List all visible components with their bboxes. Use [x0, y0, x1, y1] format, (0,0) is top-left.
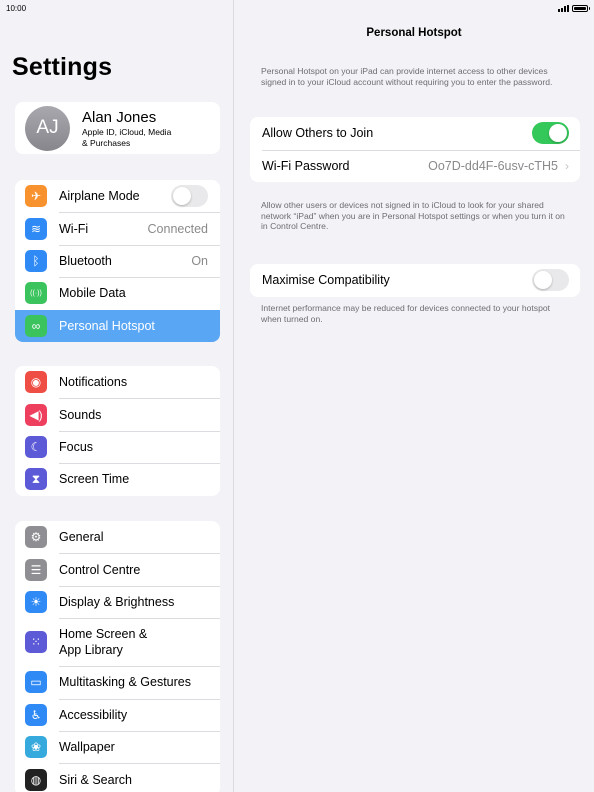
page-title: Personal Hotspot	[366, 27, 462, 39]
sidebar-item-wi-fi[interactable]: ≋ Wi-Fi Connected	[15, 212, 220, 244]
sidebar-item-label: Multitasking & Gestures	[59, 675, 191, 690]
siri-icon: ◍	[25, 768, 47, 791]
sidebar-item-bluetooth[interactable]: ᛒ Bluetooth On	[15, 244, 220, 277]
profile-name: Alan Jones	[82, 108, 157, 126]
settings-group-connectivity: ✈ Airplane Mode ≋ Wi-Fi Connected ᛒ Bluetooth O…	[15, 180, 220, 342]
gear-icon: ⚙	[25, 526, 47, 549]
detail-pane: Personal Hotspot Personal Hotspot on you…	[234, 0, 594, 792]
sidebar-item-label: Focus	[59, 439, 94, 454]
maximise-compatibility-toggle[interactable]	[532, 269, 569, 292]
hotspot-icon: ∞	[25, 314, 47, 337]
sidebar-item-label: Accessibility	[59, 707, 128, 722]
antenna-icon: ((·))	[25, 282, 47, 305]
sidebar-item-mobile-data[interactable]: ((·)) Mobile Data	[15, 277, 220, 309]
sidebar-item-multitasking-gestures[interactable]: ▭ Multitasking & Gestures	[15, 666, 220, 698]
airplane-icon: ✈	[25, 185, 47, 208]
sidebar-item-label: Personal Hotspot	[59, 318, 155, 333]
wifi-password-value: Oo7D-dd4F-6usv-cTH5	[428, 158, 558, 173]
avatar: AJ	[25, 105, 70, 151]
sidebar-item-label: Wallpaper	[59, 740, 115, 755]
wifi-password-row[interactable]: Wi-Fi Password Oo7D-dd4F-6usv-cTH5 ›	[250, 149, 580, 183]
accessibility-icon: ♿	[25, 703, 47, 726]
profile-subtitle-line2: & Purchases	[82, 137, 131, 148]
sidebar-item-wallpaper[interactable]: ❀ Wallpaper	[15, 730, 220, 763]
bluetooth-icon: ᛒ	[25, 249, 47, 272]
sidebar-item-general[interactable]: ⚙ General	[15, 521, 220, 553]
profile-subtitle-line1: Apple ID, iCloud, Media	[82, 126, 172, 137]
moon-icon: ☾	[25, 435, 47, 458]
maximise-compatibility-label: Maximise Compatibility	[262, 273, 390, 288]
sidebar-item-focus[interactable]: ☾ Focus	[15, 430, 220, 463]
sun-icon: ☀	[25, 590, 47, 613]
sidebar-item-label: Bluetooth	[59, 253, 112, 268]
hotspot-intro-text: Personal Hotspot on your iPad can provid…	[261, 66, 553, 87]
grid-icon: ⁙	[25, 631, 47, 654]
sidebar-item-label: General	[59, 530, 104, 545]
airplane-mode-toggle[interactable]	[171, 185, 208, 208]
multitask-icon: ▭	[25, 671, 47, 694]
sidebar-item-notifications[interactable]: ◉ Notifications	[15, 366, 220, 398]
switches-icon: ☰	[25, 558, 47, 581]
allow-others-label: Allow Others to Join	[262, 126, 374, 141]
sidebar-item-display-brightness[interactable]: ☀ Display & Brightness	[15, 585, 220, 618]
signal-icon	[558, 4, 569, 12]
sidebar: Settings AJ Alan Jones Apple ID, iCloud,…	[0, 0, 234, 792]
sidebar-item-label: Home Screen & App Library	[59, 627, 148, 658]
allow-others-row: Allow Others to Join	[250, 117, 580, 150]
sidebar-title: Settings	[12, 53, 113, 81]
sidebar-item-value: On	[191, 253, 208, 268]
maximise-compatibility-row: Maximise Compatibility	[250, 264, 580, 297]
sidebar-item-label: Mobile Data	[59, 286, 126, 301]
sidebar-item-home-screen-app-library[interactable]: ⁙ Home Screen & App Library	[15, 618, 220, 666]
flower-icon: ❀	[25, 736, 47, 759]
sidebar-item-accessibility[interactable]: ♿ Accessibility	[15, 698, 220, 731]
sidebar-item-value: Connected	[147, 221, 208, 236]
allow-others-toggle[interactable]	[532, 122, 569, 145]
bell-icon: ◉	[25, 371, 47, 394]
settings-group-general: ⚙ General ☰ Control Centre ☀ Display & Bright…	[15, 521, 220, 792]
sidebar-item-label: Screen Time	[59, 472, 130, 487]
compatibility-note: Internet performance may be reduced for …	[261, 303, 551, 324]
hourglass-icon: ⧗	[25, 468, 47, 491]
allow-others-note: Allow other users or devices not signed …	[261, 200, 565, 232]
wifi-password-label: Wi-Fi Password	[262, 158, 350, 173]
compatibility-group: Maximise Compatibility	[250, 264, 580, 297]
status-time: 10:00	[6, 3, 27, 13]
chevron-right-icon: ›	[565, 158, 569, 173]
sidebar-item-screen-time[interactable]: ⧗ Screen Time	[15, 463, 220, 495]
sidebar-item-label: Control Centre	[59, 562, 141, 577]
sidebar-item-label: Notifications	[59, 375, 128, 390]
status-bar: 10:00	[0, 0, 594, 16]
sidebar-item-siri-search[interactable]: ◍ Siri & Search	[15, 763, 220, 792]
battery-icon	[572, 4, 590, 12]
sidebar-item-label: Airplane Mode	[59, 189, 140, 204]
sidebar-item-label: Wi-Fi	[59, 221, 89, 236]
sidebar-item-label: Display & Brightness	[59, 594, 175, 609]
settings-group-notifications: ◉ Notifications ◀) Sounds ☾ Focus ⧗ Screen Time	[15, 366, 220, 496]
sidebar-item-sounds[interactable]: ◀) Sounds	[15, 398, 220, 430]
sidebar-item-label: Sounds	[59, 407, 102, 422]
wifi-icon: ≋	[25, 217, 47, 240]
hotspot-settings-group: Allow Others to Join Wi-Fi Password Oo7D…	[250, 117, 580, 182]
sidebar-item-airplane-mode[interactable]: ✈ Airplane Mode	[15, 180, 220, 212]
sidebar-item-personal-hotspot[interactable]: ∞ Personal Hotspot	[15, 309, 220, 342]
apple-id-profile[interactable]: AJ Alan Jones Apple ID, iCloud, Media & …	[15, 102, 220, 154]
status-indicators	[558, 4, 590, 12]
sidebar-item-control-centre[interactable]: ☰ Control Centre	[15, 553, 220, 585]
sidebar-item-label: Siri & Search	[59, 772, 132, 787]
speaker-icon: ◀)	[25, 403, 47, 426]
